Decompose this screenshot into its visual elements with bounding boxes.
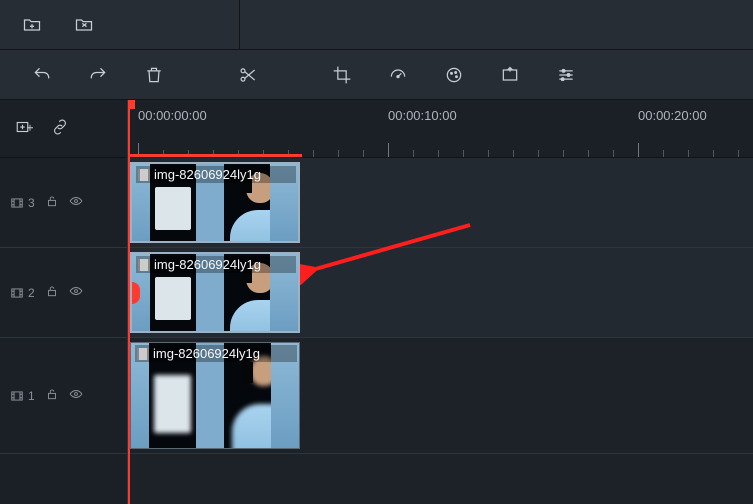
track-row-3[interactable]: img-82606924ly1g	[128, 158, 753, 248]
track-number: 1	[28, 389, 35, 403]
tracks-container: img-82606924ly1g	[128, 158, 753, 504]
timeline-controls	[0, 100, 127, 158]
clip-title: img-82606924ly1g	[153, 346, 260, 361]
delete-button[interactable]	[140, 61, 168, 89]
filmstrip-icon	[10, 389, 24, 403]
visibility-icon[interactable]	[69, 387, 83, 404]
track-number: 2	[28, 286, 35, 300]
track-row-1[interactable]: img-82606924ly1g	[128, 338, 753, 454]
crop-button[interactable]	[328, 61, 356, 89]
filmstrip-icon	[10, 286, 24, 300]
track-number: 3	[28, 196, 35, 210]
clip-title: img-82606924ly1g	[154, 167, 261, 182]
playhead[interactable]	[128, 100, 130, 504]
filmstrip-icon	[138, 169, 150, 181]
track-info-1[interactable]: 1	[0, 338, 127, 454]
timeline-area: 3 2 1	[0, 100, 753, 504]
editor-toolbar	[0, 50, 753, 100]
clip-title-bar: img-82606924ly1g	[136, 166, 296, 183]
track-gutter: 3 2 1	[0, 100, 128, 504]
lock-icon[interactable]	[45, 194, 59, 211]
visibility-icon[interactable]	[69, 284, 83, 301]
redo-button[interactable]	[84, 61, 112, 89]
clip-track-2[interactable]: img-82606924ly1g	[130, 252, 300, 333]
track-label: 3	[10, 196, 35, 210]
empty-area	[128, 454, 753, 504]
selection-range-line	[128, 154, 302, 157]
tab-bar	[0, 0, 753, 50]
timecode-1: 00:00:10:00	[388, 108, 457, 123]
lock-icon[interactable]	[45, 284, 59, 301]
undo-button[interactable]	[28, 61, 56, 89]
filmstrip-icon	[10, 196, 24, 210]
adjust-button[interactable]	[552, 61, 580, 89]
lock-icon[interactable]	[45, 387, 59, 404]
clip-title-bar: img-82606924ly1g	[135, 345, 297, 362]
speed-button[interactable]	[384, 61, 412, 89]
export-frame-button[interactable]	[496, 61, 524, 89]
visibility-icon[interactable]	[69, 194, 83, 211]
track-row-2[interactable]: img-82606924ly1g	[128, 248, 753, 338]
color-button[interactable]	[440, 61, 468, 89]
track-label: 1	[10, 389, 35, 403]
filmstrip-icon	[138, 259, 150, 271]
clip-track-3[interactable]: img-82606924ly1g	[130, 162, 300, 243]
filmstrip-icon	[137, 348, 149, 360]
new-folder-icon[interactable]	[18, 11, 46, 39]
remove-folder-icon[interactable]	[70, 11, 98, 39]
link-icon[interactable]	[51, 118, 69, 139]
track-info-3[interactable]: 3	[0, 158, 127, 248]
add-track-icon[interactable]	[15, 118, 33, 139]
track-info-2[interactable]: 2	[0, 248, 127, 338]
track-label: 2	[10, 286, 35, 300]
tracks-column: 00:00:00:00 00:00:10:00 00:00:20:00	[128, 100, 753, 504]
clip-track-1[interactable]: img-82606924ly1g	[130, 342, 300, 449]
clip-title-bar: img-82606924ly1g	[136, 256, 296, 273]
time-ruler[interactable]: 00:00:00:00 00:00:10:00 00:00:20:00	[128, 100, 753, 158]
split-button[interactable]	[234, 61, 262, 89]
timecode-2: 00:00:20:00	[638, 108, 707, 123]
clip-title: img-82606924ly1g	[154, 257, 261, 272]
project-tab-block	[0, 0, 240, 49]
timecode-0: 00:00:00:00	[138, 108, 207, 123]
